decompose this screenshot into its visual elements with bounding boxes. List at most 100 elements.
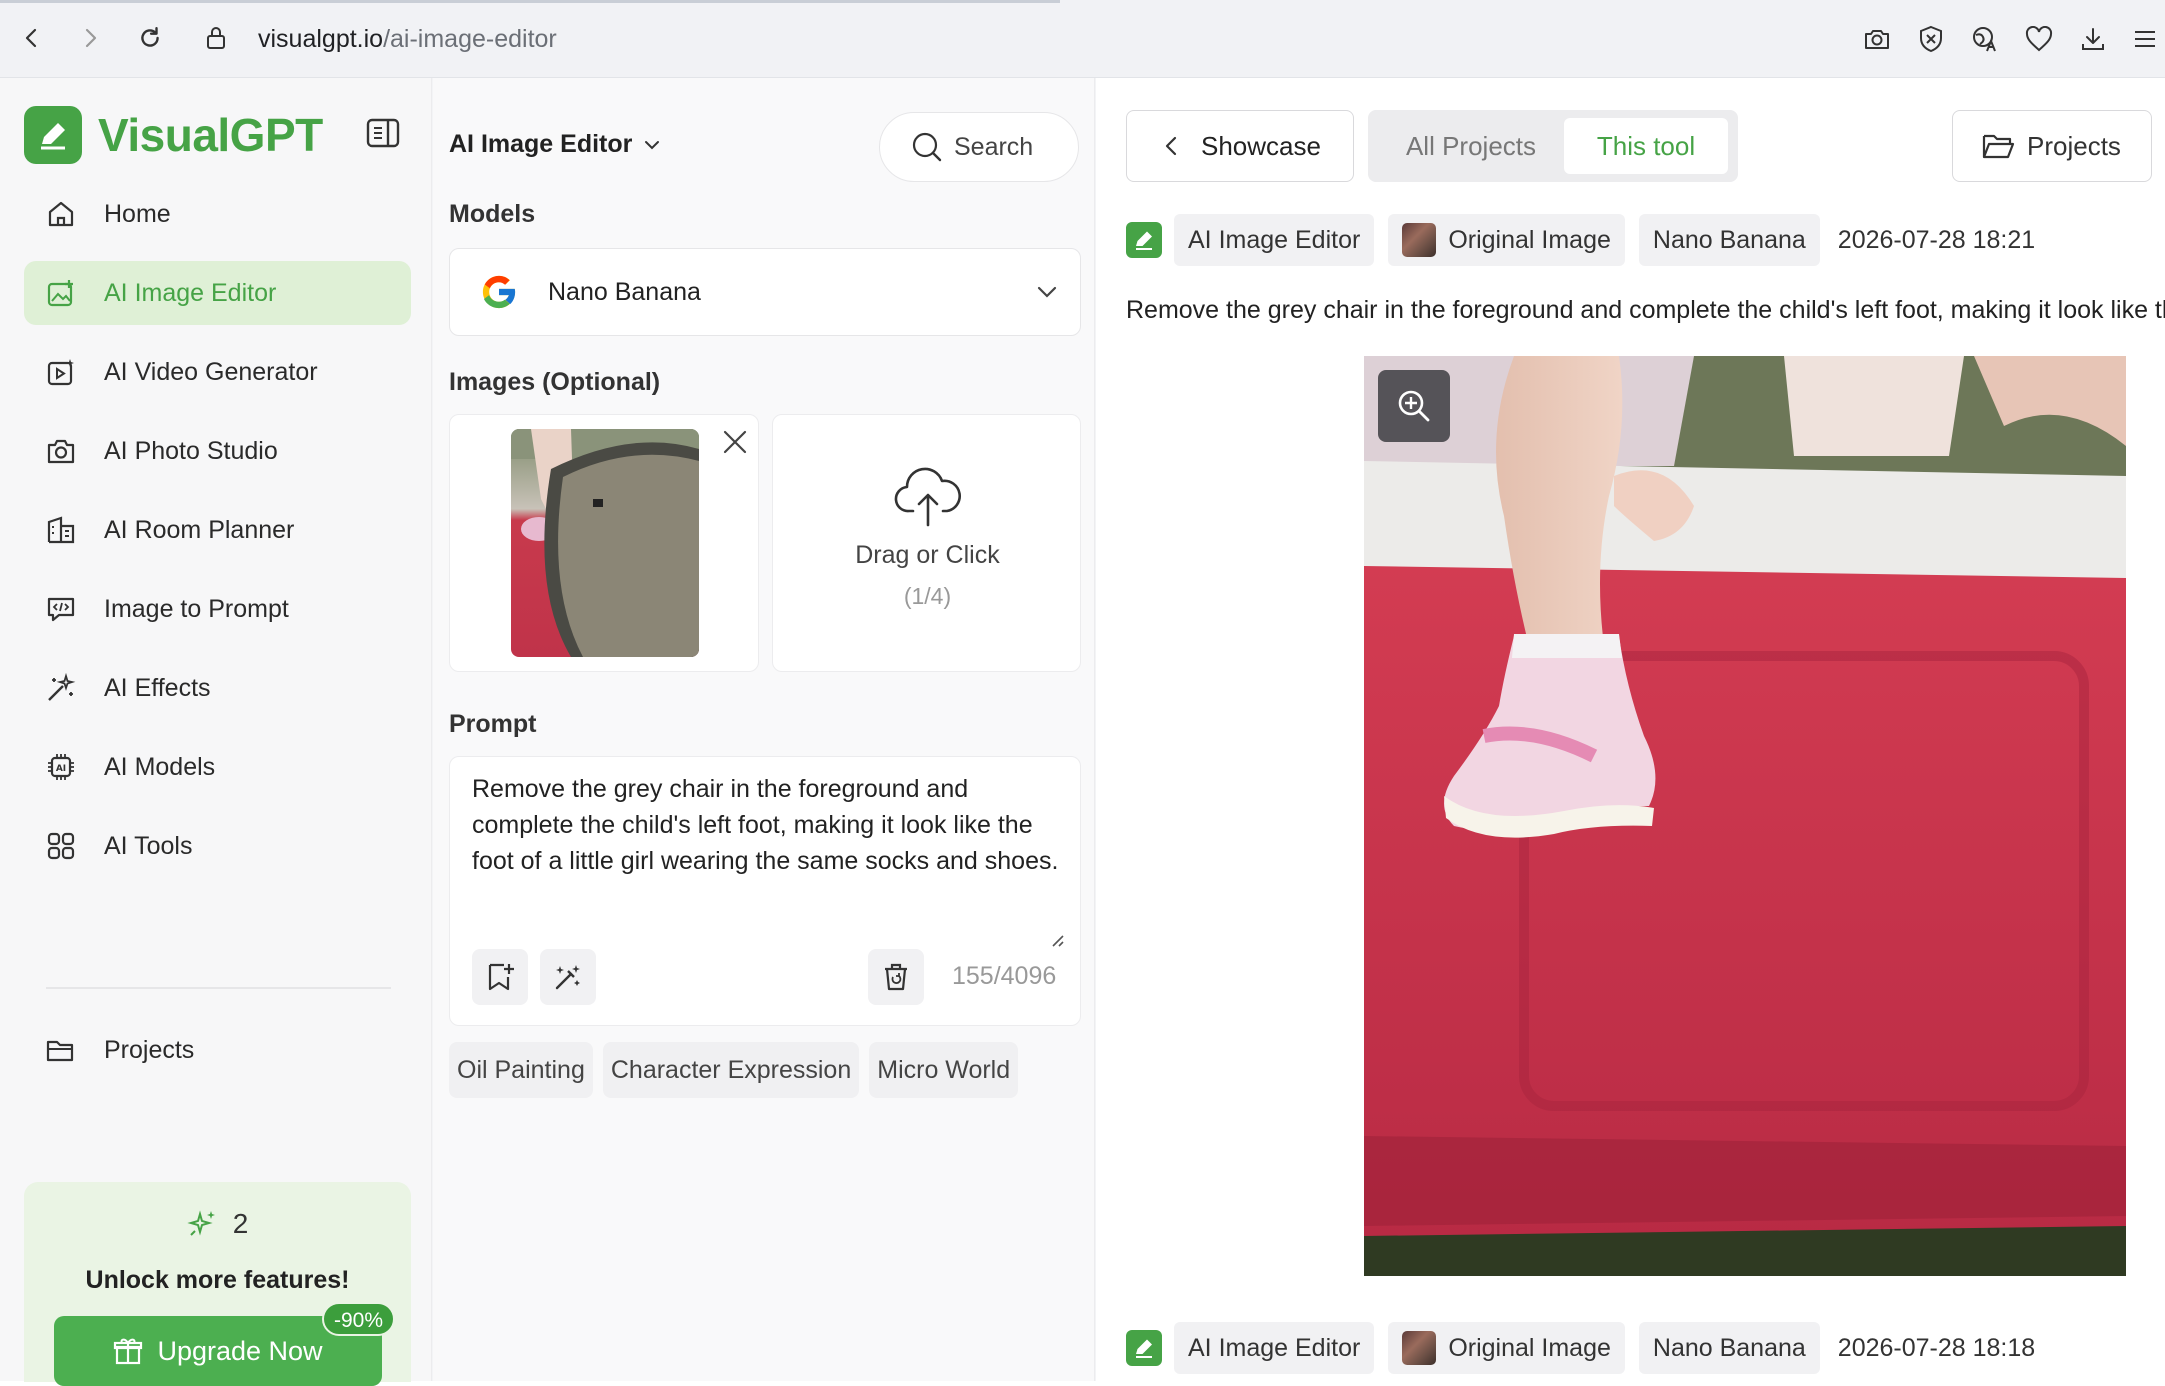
original-image-swatch [1402,223,1437,257]
svg-text:AI: AI [56,764,66,774]
search-button[interactable]: Search [879,112,1079,182]
url-host: visualgpt.io [258,25,384,53]
sidebar-item-label: AI Image Editor [104,278,277,307]
translate-icon[interactable] [1968,22,2002,56]
enhance-prompt-button[interactable] [540,949,596,1005]
result-prompt-text: Remove the grey chair in the foreground … [1126,296,2165,324]
search-label: Search [954,132,1034,161]
menu-icon[interactable] [2128,22,2162,56]
sidebar-divider [46,987,391,989]
images-label: Images (Optional) [449,368,661,396]
projects-button[interactable]: Projects [1952,110,2152,182]
chevron-down-icon [1034,279,1060,305]
sidebar-item-label: Image to Prompt [104,594,289,623]
image-edit-icon [44,276,78,310]
result-tool-tag: AI Image Editor [1174,214,1375,266]
credits-counter: 2 [24,1208,411,1240]
close-icon[interactable] [720,427,750,457]
image-dropzone[interactable]: Drag or Click (1/4) [772,414,1081,672]
video-icon [44,355,78,389]
result-meta: AI Image Editor Original Image Nano Bana… [1126,1322,2035,1374]
camera-icon[interactable] [1860,22,1894,56]
sidebar-item-image-to-prompt[interactable]: Image to Prompt [24,577,411,641]
result-image[interactable] [1364,356,2126,1276]
sidebar-nav: Home AI Image Editor AI Video Generator … [24,182,411,893]
chevron-left-icon [1161,134,1201,158]
preset-chip[interactable]: Oil Painting [449,1042,593,1098]
sidebar-item-label: AI Photo Studio [104,436,278,465]
preset-chip[interactable]: Character Expression [602,1042,860,1098]
uploaded-image-thumbnail[interactable] [511,429,699,657]
original-image-tag[interactable]: Original Image [1388,1322,1625,1374]
character-count: 155/4096 [952,962,1057,990]
folder-icon [1981,131,2027,161]
uploaded-image-slot [449,414,759,672]
editor-panel: AI Image Editor Search Models Nano Banan… [433,78,1095,1381]
showcase-button[interactable]: Showcase [1126,110,1354,182]
original-image-tag[interactable]: Original Image [1388,214,1625,266]
sidebar-item-ai-video-generator[interactable]: AI Video Generator [24,340,411,404]
result-timestamp: 2026-07-28 18:18 [1837,1333,2036,1362]
shield-icon[interactable] [1914,22,1948,56]
upgrade-label: Upgrade Now [157,1335,323,1366]
result-tool-tag: AI Image Editor [1174,1322,1375,1374]
result-model-tag: Nano Banana [1638,214,1820,266]
sidebar-item-ai-models[interactable]: AI AI Models [24,735,411,799]
showcase-label: Showcase [1201,130,1321,161]
forward-arrow-icon[interactable] [72,20,108,56]
model-select[interactable]: Nano Banana [449,248,1081,336]
effects-icon [44,671,78,705]
dropzone-text: Drag or Click [855,541,1000,569]
sidebar-item-ai-effects[interactable]: AI Effects [24,656,411,720]
sidebar-item-home[interactable]: Home [24,182,411,246]
model-name: Nano Banana [548,277,701,306]
address-bar[interactable]: visualgpt.io/ai-image-editor [258,22,557,56]
lock-icon[interactable] [198,20,234,56]
sidebar-item-label: AI Video Generator [104,357,318,386]
sidebar-item-label: Projects [104,1035,195,1064]
home-icon [44,197,78,231]
sidebar-item-label: AI Room Planner [104,515,295,544]
loading-bar [0,0,1060,3]
pencil-logo-icon [24,106,82,164]
dropzone-count: (1/4) [903,583,952,609]
clear-prompt-button[interactable] [868,949,924,1005]
browser-toolbar: visualgpt.io/ai-image-editor [0,0,2165,78]
sidebar-toggle-icon[interactable] [364,114,402,152]
sidebar-item-ai-tools[interactable]: AI Tools [24,814,411,878]
save-prompt-button[interactable] [472,949,528,1005]
ai-chip-icon: AI [44,750,78,784]
back-arrow-icon[interactable] [14,20,50,56]
results-panel: Showcase All Projects This tool Projects… [1096,78,2165,1381]
sparkle-icon [187,1208,233,1240]
room-icon [44,513,78,547]
heart-icon[interactable] [2022,22,2056,56]
prompt-textarea[interactable]: Remove the grey chair in the foreground … [472,771,1062,879]
sidebar-item-ai-photo-studio[interactable]: AI Photo Studio [24,419,411,483]
tool-selector[interactable]: AI Image Editor [449,130,662,159]
sidebar: VisualGPT Home AI Image Editor AI Video … [0,78,432,1386]
zoom-in-icon[interactable] [1378,370,1450,442]
folder-icon [44,1033,78,1067]
bookmark-add-icon [484,961,516,993]
sidebar-item-projects[interactable]: Projects [24,1018,411,1082]
original-image-swatch [1402,1331,1437,1365]
tab-this-tool[interactable]: This tool [1564,118,1728,174]
brand-logo[interactable]: VisualGPT [24,106,323,164]
reload-icon[interactable] [132,20,168,56]
sidebar-item-label: AI Effects [104,673,211,702]
result-meta: AI Image Editor Original Image Nano Bana… [1126,214,2035,266]
preset-chip[interactable]: Micro World [869,1042,1019,1098]
result-timestamp: 2026-07-28 18:21 [1837,225,2036,254]
sidebar-projects: Projects [24,1018,411,1097]
download-icon[interactable] [2076,22,2110,56]
prompt-label: Prompt [449,710,537,738]
pencil-logo-icon [1126,1330,1162,1366]
sidebar-item-ai-image-editor[interactable]: AI Image Editor [24,261,411,325]
tool-title: AI Image Editor [449,130,633,158]
resize-handle-icon[interactable] [1050,933,1064,947]
app-root: VisualGPT Home AI Image Editor AI Video … [0,78,2165,1386]
sidebar-item-ai-room-planner[interactable]: AI Room Planner [24,498,411,562]
tab-all-projects[interactable]: All Projects [1376,118,1566,174]
sidebar-item-label: Home [104,199,171,228]
